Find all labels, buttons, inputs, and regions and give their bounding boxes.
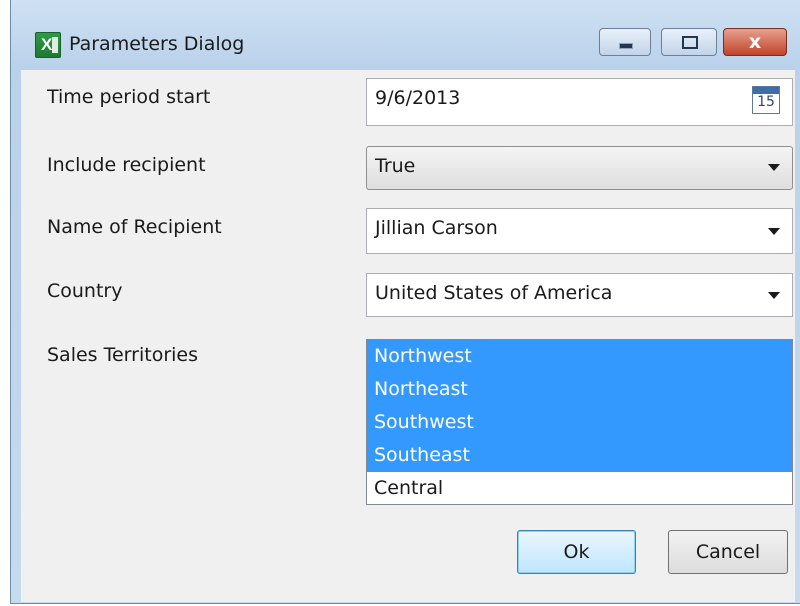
maximize-button[interactable]: [661, 28, 717, 56]
sales-territories-listbox[interactable]: Northwest Northeast Southwest Southeast …: [366, 339, 793, 505]
list-item-northeast[interactable]: Northeast: [367, 373, 792, 406]
calendar-icon-day: 15: [757, 94, 775, 110]
include-recipient-value: True: [375, 155, 416, 177]
time-period-start-value[interactable]: 9/6/2013: [375, 87, 460, 109]
country-value: United States of America: [375, 282, 613, 304]
list-item-northwest[interactable]: Northwest: [367, 340, 792, 373]
name-of-recipient-dropdown[interactable]: Jillian Carson: [366, 208, 793, 254]
cancel-button[interactable]: Cancel: [668, 530, 788, 574]
list-item-central[interactable]: Central: [367, 472, 792, 505]
name-of-recipient-value: Jillian Carson: [375, 217, 498, 239]
calendar-icon-header: [753, 87, 779, 94]
close-icon: x: [748, 31, 762, 53]
ok-button[interactable]: Ok: [517, 530, 636, 574]
minimize-icon: [619, 43, 633, 49]
maximize-icon: [682, 36, 698, 49]
dialog-client-area: Time period start 9/6/2013 15 Include re…: [21, 70, 795, 602]
parameters-dialog-window: Parameters Dialog x Time period start 9/…: [10, 0, 800, 604]
window-title: Parameters Dialog: [69, 33, 245, 55]
chevron-down-icon: [768, 228, 780, 235]
include-recipient-dropdown[interactable]: True: [366, 146, 793, 190]
chevron-down-icon: [768, 164, 780, 171]
list-item-southwest[interactable]: Southwest: [367, 406, 792, 439]
title-bar[interactable]: Parameters Dialog x: [11, 0, 800, 70]
country-label: Country: [47, 280, 123, 302]
sales-territories-label: Sales Territories: [47, 344, 198, 366]
country-dropdown[interactable]: United States of America: [366, 273, 793, 317]
calendar-icon[interactable]: 15: [752, 86, 780, 114]
close-button[interactable]: x: [723, 28, 787, 56]
chevron-down-icon: [768, 292, 780, 299]
list-item-southeast[interactable]: Southeast: [367, 439, 792, 472]
time-period-start-date-picker[interactable]: 9/6/2013 15: [366, 78, 793, 126]
include-recipient-label: Include recipient: [47, 154, 206, 176]
name-of-recipient-label: Name of Recipient: [47, 216, 222, 238]
excel-icon: [35, 32, 61, 58]
minimize-button[interactable]: [599, 28, 651, 56]
time-period-start-label: Time period start: [47, 86, 211, 108]
